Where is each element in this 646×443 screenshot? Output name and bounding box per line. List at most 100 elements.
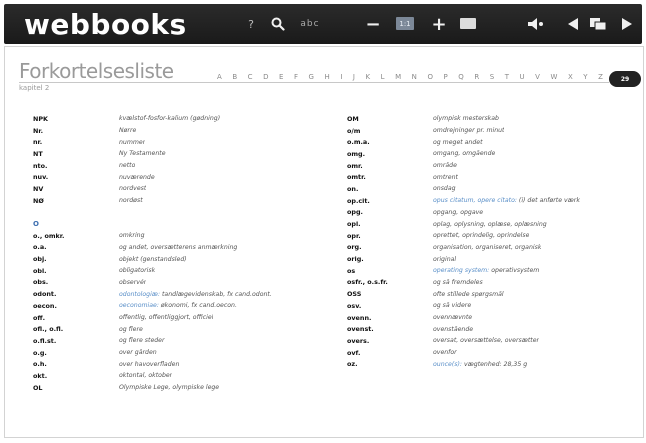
- fullscreen-button[interactable]: [460, 18, 476, 29]
- alphabet-letter-g[interactable]: G: [309, 73, 314, 81]
- definition: og flere steder: [119, 337, 165, 344]
- abbreviation-row: o/m omdrejninger pr. minut: [347, 125, 643, 137]
- definition: observér: [119, 279, 146, 286]
- definition-text: omgang, omgående: [433, 150, 496, 158]
- definition-text: og andet, oversætterens anmærkning: [119, 243, 238, 251]
- abbreviation: obl.: [33, 266, 47, 275]
- definition: Ny Testamente: [119, 150, 166, 157]
- alphabet-letter-f[interactable]: F: [294, 73, 298, 81]
- definition-link[interactable]: odontologiæ:: [119, 291, 162, 298]
- previous-page-button[interactable]: [564, 14, 582, 34]
- definition-text: (i) det anførte værk: [518, 197, 580, 205]
- abbreviation-row: opr. oprettet, oprindelig, oprindelse: [347, 230, 643, 242]
- abbreviation-row: oz. ounce(s): vægtenhed: 28,35 g: [347, 358, 643, 370]
- definition-text: obligatorisk: [119, 267, 156, 275]
- definition: og så fremdeles: [433, 279, 483, 286]
- next-page-button[interactable]: [618, 14, 636, 34]
- abbreviation: o.a.: [33, 243, 47, 252]
- abbreviation: obj.: [33, 255, 47, 264]
- definition: og så videre: [433, 302, 471, 309]
- zoom-in-button[interactable]: +: [430, 14, 448, 35]
- alphabet-letter-c[interactable]: C: [248, 73, 253, 81]
- alphabet-letter-r[interactable]: R: [474, 73, 479, 81]
- definition-text: og så fremdeles: [433, 278, 483, 286]
- definition: kvælstof-fosfor-kalium (gødning): [119, 115, 220, 122]
- definition: odontologiæ: tandlægevidenskab, fx cand.…: [119, 291, 272, 298]
- definition: og flere: [119, 326, 143, 333]
- abbreviation: o/m: [347, 126, 361, 135]
- definition: nuværende: [119, 174, 155, 181]
- alphabet-letter-i[interactable]: I: [340, 73, 342, 81]
- audio-button[interactable]: [526, 14, 546, 34]
- abbreviation-row: omtr. omtrent: [347, 171, 643, 183]
- definition: ounce(s): vægtenhed: 28,35 g: [433, 361, 527, 368]
- definition: offentlig, offentliggjort, officiel: [119, 314, 213, 321]
- abbreviation: opr.: [347, 231, 361, 240]
- definition: original: [433, 256, 456, 263]
- alphabet-letter-p[interactable]: P: [444, 73, 448, 81]
- definition: oktontal, oktober: [119, 372, 172, 379]
- alphabet-letter-z[interactable]: Z: [598, 73, 603, 81]
- alphabet-letter-l[interactable]: L: [381, 73, 385, 81]
- zoom-level-button[interactable]: 1:1: [396, 17, 414, 30]
- definition-link[interactable]: oeconomiae:: [119, 302, 161, 309]
- zoom-out-button[interactable]: −: [364, 14, 382, 35]
- search-button[interactable]: [270, 14, 286, 34]
- alphabet-letter-y[interactable]: Y: [583, 73, 587, 81]
- definition: netto: [119, 162, 135, 169]
- alphabet-letter-n[interactable]: N: [412, 73, 417, 81]
- search-icon: [271, 17, 285, 31]
- abbreviation-row: Nr. Nørre: [33, 125, 329, 137]
- alphabet-letter-m[interactable]: M: [395, 73, 401, 81]
- alphabet-letter-w[interactable]: W: [551, 73, 558, 81]
- abbreviation: OL: [33, 383, 43, 392]
- definition-link[interactable]: operating system:: [433, 267, 491, 274]
- abbreviation: on.: [347, 184, 359, 193]
- definition-link[interactable]: ounce(s):: [433, 361, 464, 368]
- abbreviation: OSS: [347, 290, 362, 299]
- alphabet-letter-x[interactable]: X: [568, 73, 573, 81]
- toolbar: webbooks ? abc − 1:1 +: [4, 4, 642, 44]
- abbreviation-row: os operating system: operativsystem: [347, 265, 643, 277]
- alphabet-letter-t[interactable]: T: [505, 73, 509, 81]
- abbreviation: Nr.: [33, 126, 44, 135]
- alphabet-letter-d[interactable]: D: [263, 73, 268, 81]
- abbreviation-row: off. offentlig, offentliggjort, officiel: [33, 312, 329, 324]
- abbreviation: ovf.: [347, 348, 361, 357]
- definition: ovennævnte: [433, 314, 472, 321]
- alphabet-letter-q[interactable]: Q: [458, 73, 464, 81]
- alphabet-letter-s[interactable]: S: [490, 73, 494, 81]
- definition: organisation, organiseret, organisk: [433, 244, 541, 251]
- alphabet-letter-h[interactable]: H: [325, 73, 330, 81]
- abbreviation-row: op.cit. opus citatum, opere citato: (i) d…: [347, 195, 643, 207]
- definition-text: organisation, organiseret, organisk: [433, 243, 542, 251]
- text-toggle-button[interactable]: abc: [296, 14, 324, 34]
- alphabet-letter-k[interactable]: K: [366, 73, 371, 81]
- alphabet-letter-v[interactable]: V: [535, 73, 540, 81]
- abbreviation: ofl., o.fl.: [33, 325, 64, 334]
- definition-text: nummer: [119, 138, 146, 146]
- definition-link[interactable]: opus citatum, opere citato:: [433, 197, 519, 204]
- abbreviation-row: OSS ofte stillede spørgsmål: [347, 288, 643, 300]
- alphabet-letter-a[interactable]: A: [217, 73, 222, 81]
- alphabet-letter-e[interactable]: E: [279, 73, 283, 81]
- alphabet-letter-o[interactable]: O: [427, 73, 433, 81]
- abbreviation: omr.: [347, 161, 363, 170]
- pages-overview-button[interactable]: [588, 14, 608, 34]
- help-button[interactable]: ?: [244, 14, 258, 34]
- alphabet-letter-j[interactable]: J: [353, 73, 355, 81]
- definition-text: og meget andet: [433, 138, 483, 146]
- abbreviation: NV: [33, 184, 44, 193]
- definition: olympisk mesterskab: [433, 115, 499, 122]
- abbreviation: op.cit.: [347, 196, 370, 205]
- alphabet-letter-b[interactable]: B: [232, 73, 237, 81]
- abbreviations-left-column: NPK kvælstof-fosfor-kalium (gødning) Nr. Nø…: [33, 113, 329, 394]
- alphabet-letter-u[interactable]: U: [520, 73, 525, 81]
- definition-text: Ny Testamente: [119, 150, 166, 158]
- page-number-tab[interactable]: 29: [609, 71, 641, 87]
- abbreviation-row: ofl., o.fl. og flere: [33, 323, 329, 335]
- abbreviation-row: oecon. oeconomiae: økonomi, fx cand.oecon…: [33, 300, 329, 312]
- definition-text: objekt (genstandsled): [119, 255, 187, 263]
- abbreviation-row: o., omkr. omkring: [33, 230, 329, 242]
- abbreviation-row: org. organisation, organiseret, organisk: [347, 242, 643, 254]
